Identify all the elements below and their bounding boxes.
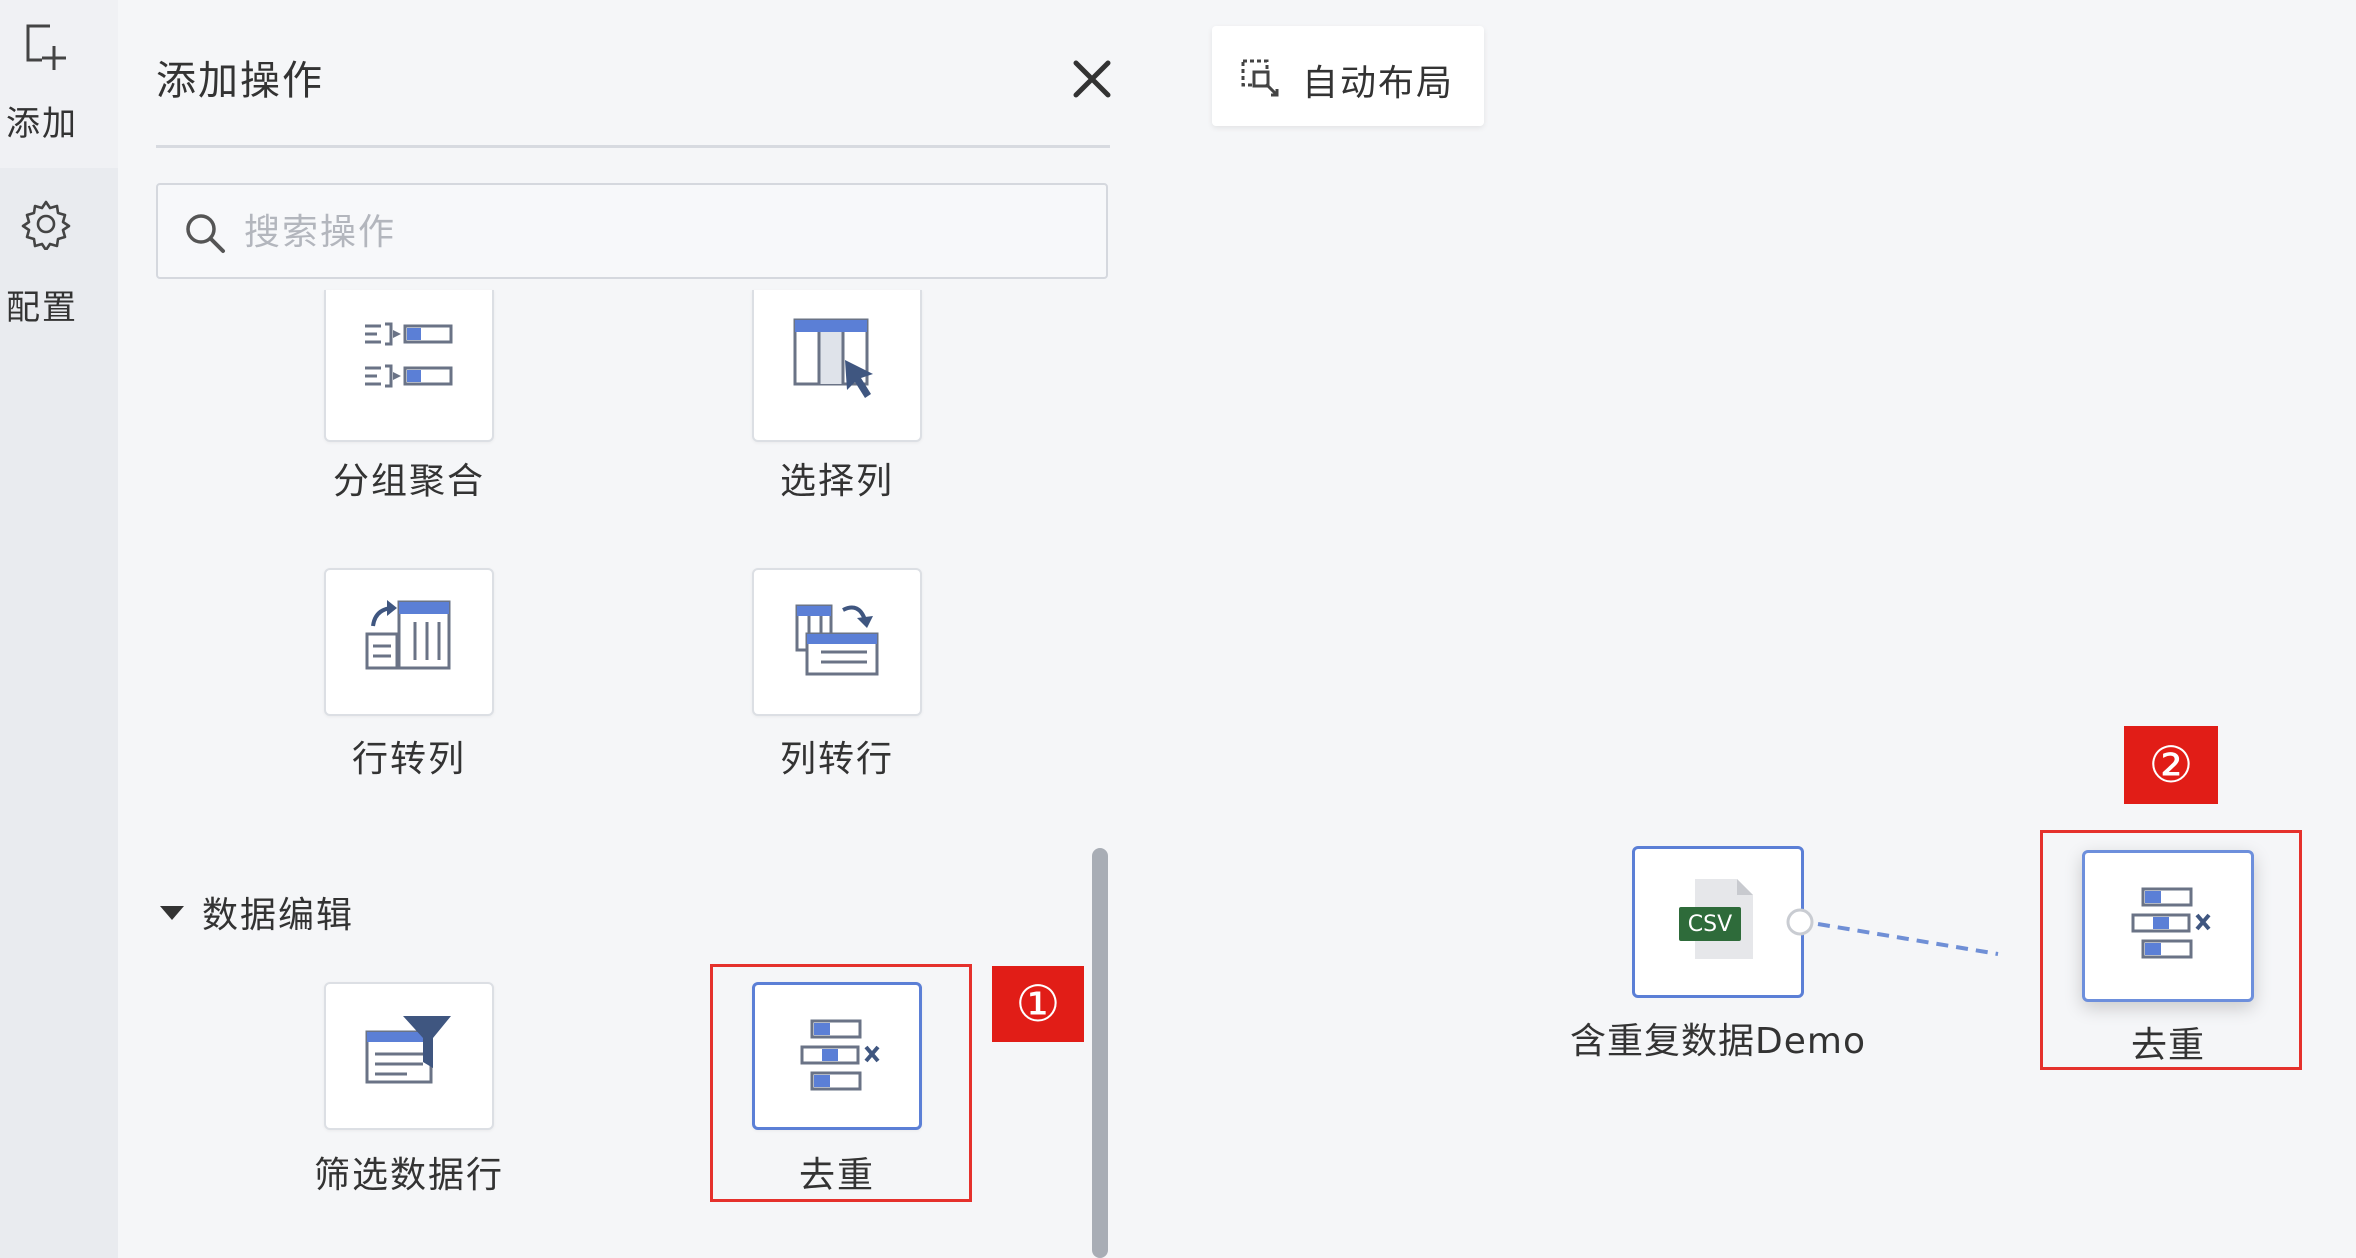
rail-config-button[interactable]: 配置	[0, 168, 118, 348]
caret-down-icon	[160, 906, 184, 920]
workflow-canvas[interactable]: 自动布局 CSV 含重复数据Demo 去重 ②	[1158, 0, 2356, 1258]
column-to-row-icon	[795, 604, 879, 676]
rail-config-label: 配置	[6, 288, 78, 328]
tile-group-aggregate-label: 分组聚合	[332, 461, 485, 502]
tile-filter-rows-label: 筛选数据行	[313, 1155, 504, 1196]
panel-scrollbar[interactable]	[1092, 848, 1108, 1258]
annotation-box-2	[2040, 830, 2302, 1070]
section-data-edit[interactable]: 数据编辑	[160, 886, 354, 938]
csv-file-icon: CSV	[1679, 879, 1753, 959]
row-to-column-icon	[365, 600, 451, 670]
tile-group-aggregate[interactable]	[324, 290, 494, 442]
rail-add-label: 添加	[6, 104, 78, 144]
tile-column-to-row-label: 列转行	[779, 739, 894, 780]
panel-title: 添加操作	[156, 58, 324, 104]
tile-filter-rows[interactable]	[324, 982, 494, 1130]
tile-row-to-column-label: 行转列	[351, 739, 466, 780]
node-connector	[1786, 908, 1999, 956]
search-icon	[186, 214, 225, 253]
tile-select-column-label: 选择列	[779, 461, 894, 502]
section-title: 数据编辑	[202, 895, 355, 936]
tile-column-to-row[interactable]	[752, 568, 922, 716]
filter-rows-icon	[365, 1016, 451, 1084]
panel-divider	[156, 145, 1110, 148]
left-rail: 添加 配置	[0, 0, 118, 1258]
tile-select-column[interactable]	[752, 290, 922, 442]
rail-add-button[interactable]: 添加	[0, 0, 118, 168]
add-icon	[26, 24, 66, 70]
search-box[interactable]	[156, 183, 1108, 279]
add-operation-panel: 添加操作 分组聚合	[118, 0, 1158, 1258]
group-aggregate-icon	[365, 322, 453, 388]
tile-row-to-column[interactable]	[324, 568, 494, 716]
csv-badge-text: CSV	[1688, 912, 1732, 937]
auto-layout-label: 自动布局	[1302, 63, 1455, 104]
auto-layout-icon	[1241, 59, 1279, 97]
select-column-icon	[793, 318, 873, 398]
search-input[interactable]	[242, 185, 1066, 279]
auto-layout-button[interactable]: 自动布局	[1212, 26, 1484, 126]
annotation-box-1	[710, 964, 972, 1202]
source-node-label: 含重复数据Demo	[1570, 1021, 1866, 1062]
close-icon[interactable]	[1068, 55, 1116, 103]
gear-icon	[21, 200, 71, 250]
annotation-badge-2: ②	[2124, 726, 2218, 804]
annotation-badge-1: ①	[992, 966, 1084, 1042]
